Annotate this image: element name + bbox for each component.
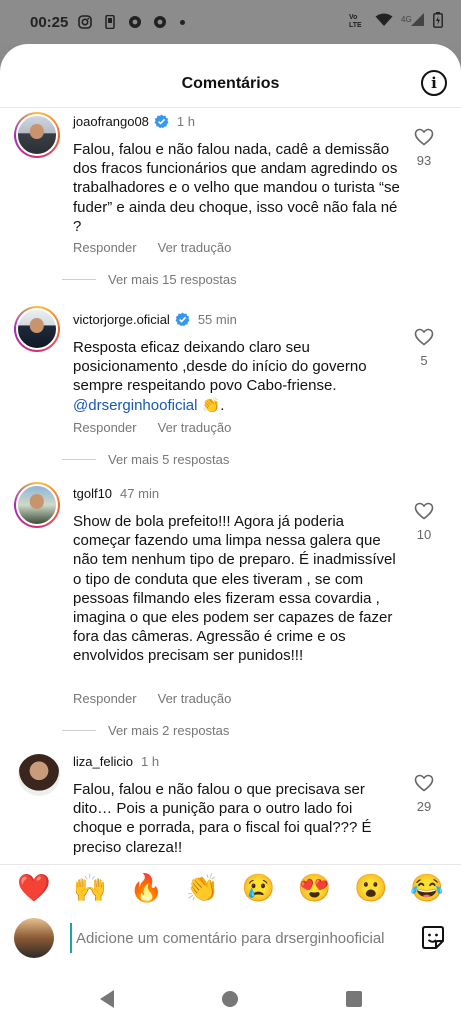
like-button[interactable]: 10 — [409, 502, 439, 542]
view-more-replies-label: Ver mais 5 respostas — [108, 452, 230, 467]
avatar[interactable] — [18, 754, 60, 796]
comment-time: 1 h — [176, 114, 195, 129]
like-count: 5 — [420, 353, 428, 368]
emoji-reaction-bar: ❤️ 🙌 🔥 👏 😢 😍 😮 😂 — [0, 864, 461, 912]
comment-text: Resposta eficaz deixando claro seu posic… — [73, 338, 403, 415]
emoji-red-heart-button[interactable]: ❤️ — [14, 869, 54, 909]
comment-header: liza_felicio 1 h — [73, 754, 159, 769]
info-icon: i — [431, 74, 437, 92]
sticker-icon — [422, 926, 444, 949]
comment-text: Falou, falou e não falou o que precisava… — [73, 781, 372, 856]
status-bar: 00:25 Vo LTE 4G — [0, 0, 461, 44]
emoji-tears-of-joy-button[interactable]: 😂 — [407, 869, 447, 909]
comment-username[interactable]: victorjorge.oficial — [73, 312, 170, 327]
wifi-icon — [375, 13, 393, 32]
chrome-notification-icon-2 — [153, 15, 167, 29]
comment-username[interactable]: joaofrango08 — [73, 114, 149, 129]
view-more-replies-label: Ver mais 2 respostas — [108, 723, 230, 738]
comment-text: Show de bola prefeito!!! Agora já poderi… — [73, 513, 396, 665]
translate-button[interactable]: Ver tradução — [158, 420, 232, 435]
info-button[interactable]: i — [421, 70, 447, 96]
divider — [62, 459, 96, 460]
volte-icon: Vo LTE — [349, 12, 367, 33]
comment-username[interactable]: tgolf10 — [73, 486, 112, 501]
comment-text-suffix: 👏. — [197, 396, 225, 414]
signal-icon: 4G — [401, 12, 425, 32]
heart-icon — [414, 502, 434, 520]
comment-time: 55 min — [197, 312, 237, 327]
avatar[interactable] — [14, 112, 60, 158]
comment-header: tgolf10 47 min — [73, 486, 159, 501]
emoji-clapping-hands-button[interactable]: 👏 — [182, 869, 222, 909]
view-more-replies[interactable]: Ver mais 5 respostas — [62, 452, 229, 467]
sheet-title: Comentários — [181, 75, 280, 92]
comment-text: Falou, falou e não falou nada, cadê a de… — [73, 141, 400, 235]
divider — [62, 730, 96, 731]
comment-header: victorjorge.oficial 55 min — [73, 312, 237, 327]
view-more-replies[interactable]: Ver mais 2 respostas — [62, 723, 229, 738]
back-icon[interactable] — [99, 990, 114, 1008]
reply-button[interactable]: Responder — [73, 420, 137, 435]
svg-text:Vo: Vo — [349, 14, 357, 21]
home-icon[interactable] — [221, 991, 238, 1007]
like-button[interactable]: 93 — [409, 128, 439, 168]
device-notification-icon — [103, 15, 117, 29]
reply-button[interactable]: Responder — [73, 240, 137, 255]
verified-badge-icon — [175, 312, 190, 327]
svg-text:4G: 4G — [401, 15, 412, 24]
comment-time: 1 h — [140, 754, 160, 769]
like-button[interactable]: 29 — [409, 774, 439, 814]
heart-icon — [414, 774, 434, 792]
comment-actions: Responder Ver tradução — [73, 420, 231, 435]
like-count: 93 — [416, 153, 432, 168]
translate-button[interactable]: Ver tradução — [158, 240, 232, 255]
emoji-heart-eyes-button[interactable]: 😍 — [295, 869, 335, 909]
comment-header: joaofrango08 1 h — [73, 114, 195, 129]
like-button[interactable]: 5 — [409, 328, 439, 368]
comment-text-body: Resposta eficaz deixando claro seu posic… — [73, 339, 367, 395]
chrome-notification-icon — [128, 15, 142, 29]
more-notifications-dot-icon — [180, 19, 186, 25]
emoji-crying-face-button[interactable]: 😢 — [239, 869, 279, 909]
android-nav-bar — [0, 974, 461, 1024]
heart-icon — [414, 128, 434, 146]
status-right: Vo LTE 4G — [349, 11, 443, 33]
heart-icon — [414, 328, 434, 346]
like-count: 29 — [416, 799, 432, 814]
avatar[interactable] — [14, 482, 60, 528]
sticker-button[interactable] — [419, 924, 447, 952]
verified-badge-icon — [154, 114, 169, 129]
comment-input[interactable] — [70, 923, 411, 953]
battery-icon — [433, 11, 443, 33]
translate-button[interactable]: Ver tradução — [158, 691, 232, 706]
avatar[interactable] — [14, 306, 60, 352]
emoji-raising-hands-button[interactable]: 🙌 — [70, 869, 110, 909]
status-time: 00:25 — [30, 13, 69, 31]
emoji-surprised-face-button[interactable]: 😮 — [351, 869, 391, 909]
comment-username[interactable]: liza_felicio — [73, 754, 133, 769]
instagram-notification-icon — [78, 15, 93, 29]
current-user-avatar — [14, 918, 54, 958]
like-count: 10 — [416, 527, 432, 542]
mention-link[interactable]: @drserginhooficial — [73, 397, 197, 414]
view-more-replies[interactable]: Ver mais 15 respostas — [62, 272, 237, 287]
comments-list[interactable]: joaofrango08 1 h Falou, falou e não falo… — [0, 108, 461, 868]
sheet-header: Comentários i — [0, 44, 461, 108]
divider — [62, 279, 96, 280]
view-more-replies-label: Ver mais 15 respostas — [108, 272, 237, 287]
recent-apps-icon[interactable] — [345, 991, 362, 1007]
comment-input-row — [0, 912, 461, 964]
svg-text:LTE: LTE — [349, 22, 362, 28]
comment-time: 47 min — [120, 486, 160, 501]
emoji-fire-button[interactable]: 🔥 — [126, 869, 166, 909]
reply-button[interactable]: Responder — [73, 691, 137, 706]
comments-sheet: Comentários i joaofrango08 1 h Falou, fa… — [0, 44, 461, 1024]
comment-actions: Responder Ver tradução — [73, 240, 231, 255]
comment-actions: Responder Ver tradução — [73, 691, 231, 706]
